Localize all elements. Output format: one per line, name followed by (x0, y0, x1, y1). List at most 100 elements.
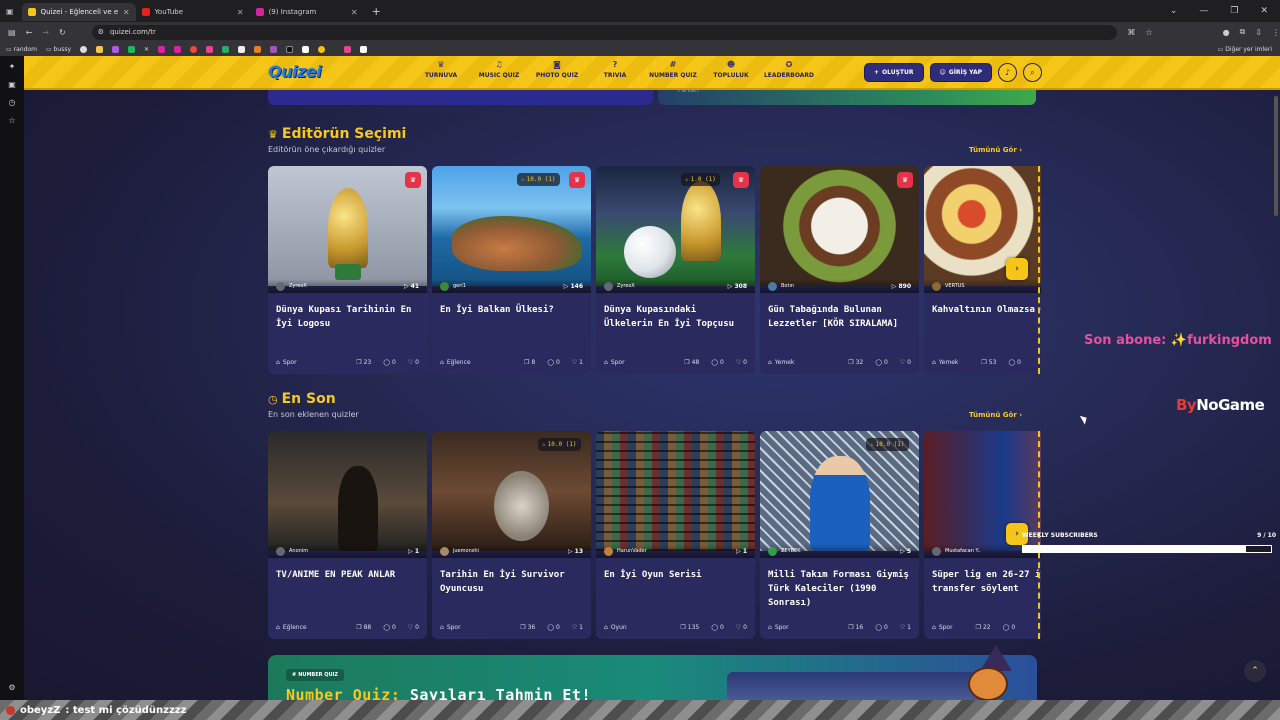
bookmark-favicon-icon[interactable] (270, 45, 278, 53)
create-button[interactable]: + OLUŞTUR (863, 63, 924, 82)
scroll-to-top-button[interactable]: ⌃ (1244, 660, 1266, 682)
login-button[interactable]: ☺ GİRİŞ YAP (929, 63, 992, 82)
bookmark-favicon-icon[interactable] (190, 45, 198, 53)
chevron-up-icon: ⌃ (1251, 666, 1259, 676)
quiz-card[interactable]: Anonim ▷ 1 TV/ANIME EN PEAK ANLAR ⌂ Eğlenc… (268, 431, 427, 639)
avatar (440, 281, 449, 291)
bookmark-favicon-icon[interactable] (318, 45, 326, 53)
download-icon[interactable]: ⇩ (1255, 28, 1262, 37)
menu-icon[interactable]: ⋮ (1272, 28, 1280, 37)
card-title[interactable]: Tarihin En İyi Survivor Oyuncusu (440, 568, 585, 596)
forward-icon[interactable]: → (42, 28, 49, 37)
profile-icon[interactable]: ● (1223, 28, 1230, 37)
sidebar-toggle-icon[interactable]: ▤ (8, 28, 16, 37)
bag-icon[interactable]: ▣ (8, 80, 16, 89)
bookmark-favicon-icon[interactable] (96, 45, 104, 53)
nav-topluluk[interactable]: ☻ TOPLULUK (702, 60, 760, 79)
extensions-icon[interactable]: ⧉ (1240, 27, 1246, 37)
card-title[interactable]: Dünya Kupası Tarihinin En İyi Logosu (276, 303, 421, 331)
plays-value: 13 (574, 547, 583, 555)
card-title[interactable]: En İyi Oyun Serisi (604, 568, 749, 582)
music-icon: ♫ (495, 60, 503, 69)
latest-see-all-link[interactable]: Tümünü Gör › (969, 411, 1022, 419)
bookmark-favicon-icon[interactable] (360, 45, 368, 53)
editors-pick-next-button[interactable]: › (1006, 258, 1028, 280)
card-title[interactable]: En İyi Balkan Ülkesi? (440, 303, 585, 317)
folder-icon: ▭ (1217, 45, 1224, 53)
new-tab-button[interactable]: + (372, 5, 381, 18)
nav-turnuva[interactable]: ♛ TURNUVA (412, 60, 470, 79)
card-footer: ⌂ Spor ❐ 48 ◯ 0 ♡ 0 (604, 359, 747, 366)
quiz-card[interactable]: ☆ 10.0 (1) ♛ geri1 ▷ 146 En İyi Balkan Ülk… (432, 166, 591, 374)
comment-count: ◯ 0 (383, 359, 396, 366)
card-like-count: 1 (579, 359, 583, 366)
browser-menu-icon[interactable]: ▣ (6, 7, 14, 16)
search-button[interactable]: ⌕ (1023, 63, 1042, 82)
site-info-icon[interactable]: ⚙ (98, 28, 104, 36)
close-icon[interactable]: ✕ (237, 8, 244, 17)
card-title[interactable]: Gün Tabağında Bulunan Lezzetler [KÖR SIR… (768, 303, 913, 331)
x-favicon-icon[interactable]: ✕ (144, 46, 149, 53)
translate-icon[interactable]: ⌘ (1127, 28, 1135, 37)
quiz-card[interactable]: ♛ ZyrexX ▷ 41 Dünya Kupası Tarihinin En İ… (268, 166, 427, 374)
play-count: ▷ 5 (900, 547, 911, 555)
tab-youtube[interactable]: YouTube ✕ (136, 3, 250, 21)
bookmark-favicon-icon[interactable] (128, 45, 136, 53)
nav-leaderboard[interactable]: ✪ LEADERBOARD (760, 60, 818, 79)
close-window-button[interactable]: ✕ (1260, 6, 1268, 16)
editors-pick-see-all-link[interactable]: Tümünü Gör › (969, 146, 1022, 154)
nav-music-quiz[interactable]: ♫ MUSIC QUIZ (470, 60, 528, 79)
card-title[interactable]: Dünya Kupasındaki Ülkelerin En İyi Topçu… (604, 303, 749, 331)
address-bar[interactable]: ⚙ quizei.com/tr (91, 24, 1118, 40)
site-logo[interactable]: Quizei (268, 62, 322, 81)
settings-gear-icon[interactable]: ⚙ (8, 683, 15, 692)
quiz-card[interactable]: ☆ 10.0 (1) ZEYBEK ▷ 5 Milli Takım Forması … (760, 431, 919, 639)
bookmark-favicon-icon[interactable] (302, 45, 310, 53)
close-icon[interactable]: ✕ (123, 8, 130, 17)
card-title[interactable]: Kahvaltının Olmazsa Olmazı (932, 303, 1041, 317)
bookmark-favicon-icon[interactable] (254, 45, 262, 53)
quiz-card[interactable]: ☆ 10.0 (1) juemonshi ▷ 13 Tarihin En İyi S… (432, 431, 591, 639)
bookmark-favicon-icon[interactable] (80, 45, 88, 53)
other-bookmarks[interactable]: ▭ Diğer yer imleri (1218, 46, 1272, 53)
tab-search-icon[interactable]: ⌄ (1170, 6, 1178, 16)
star-icon[interactable]: ☆ (8, 116, 15, 125)
bookmark-star-icon[interactable]: ☆ (1145, 28, 1152, 37)
tab-instagram[interactable]: (9) Instagram ✕ (250, 3, 364, 21)
bookmark-favicon-icon[interactable] (174, 45, 182, 53)
history-icon[interactable]: ◷ (9, 98, 16, 107)
bookmark-folder-bussy[interactable]: ▭ bussy (46, 46, 71, 53)
bookmark-folder-random[interactable]: ▭ random (6, 46, 37, 53)
bookmark-favicon-icon[interactable] (112, 45, 120, 53)
card-category: Eğlence (282, 624, 307, 631)
nav-trivia[interactable]: ? TRIVIA (586, 60, 644, 79)
card-title[interactable]: Milli Takım Forması Giymiş Türk Kalecile… (768, 568, 913, 610)
back-icon[interactable]: ← (26, 28, 33, 37)
bookmark-favicon-icon[interactable] (238, 45, 246, 53)
minimize-button[interactable]: — (1199, 6, 1208, 16)
bookmark-favicon-icon[interactable] (222, 45, 230, 53)
card-title[interactable]: TV/ANIME EN PEAK ANLAR (276, 568, 421, 582)
bookmark-favicon-icon[interactable] (206, 45, 214, 53)
ai-sparkle-icon[interactable]: ✦ (9, 62, 16, 71)
reload-icon[interactable]: ↻ (59, 28, 66, 37)
bookmark-favicon-icon[interactable] (286, 45, 294, 53)
nav-number-quiz[interactable]: # NUMBER QUIZ (644, 60, 702, 79)
notification-bell-button[interactable]: ♪ (998, 63, 1017, 82)
page-scrollbar-thumb[interactable] (1274, 96, 1278, 216)
nav-photo-quiz[interactable]: ◙ PHOTO QUIZ (528, 60, 586, 79)
tab-quizei[interactable]: Quizei - Eğlenceli ve etkileşimli ✕ (21, 3, 136, 21)
maximize-button[interactable]: ❐ (1230, 6, 1238, 16)
tag-icon: ⌂ (932, 624, 936, 631)
tag-icon: ⌂ (932, 359, 936, 366)
close-icon[interactable]: ✕ (351, 8, 358, 17)
quiz-card[interactable]: ♛ Botın ▷ 890 Gün Tabağında Bulunan Lezze… (760, 166, 919, 374)
quiz-card[interactable]: ☆ 1.0 (1) ♛ ZyrexX ▷ 308 Dünya Kupasındaki… (596, 166, 755, 374)
card-title[interactable]: Süper lig en 26-27 iyi transfer söylent (932, 568, 1041, 596)
card-question-count: 22 (982, 624, 991, 631)
bookmark-favicon-icon[interactable] (344, 45, 352, 53)
quiz-card[interactable]: HarunVader ▷ 1 En İyi Oyun Serisi ⌂ Oyun ❐… (596, 431, 755, 639)
bookmark-favicon-icon[interactable] (158, 45, 166, 53)
question-count: ❐ 36 (520, 624, 535, 631)
number-quiz-banner[interactable]: # NUMBER QUIZ Number Quiz: Sayıları Tahmi… (268, 655, 1037, 700)
